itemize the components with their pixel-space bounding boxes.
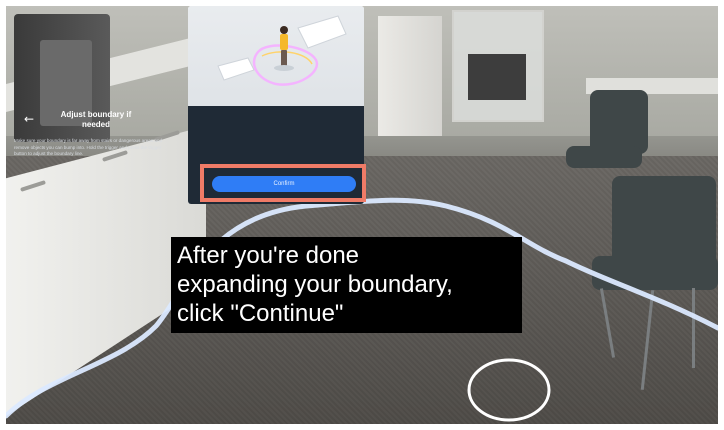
panel-title-line1: Adjust boundary if [60,110,132,119]
boundary-illustration [188,6,364,106]
panel-title: Adjust boundary if needed [44,110,148,130]
instruction-caption: After you're done expanding your boundar… [171,237,522,333]
caption-line1: After you're done [177,242,360,269]
room-illustration-svg [217,15,347,86]
panel-title-line2: needed [81,120,110,129]
caption-line3: click "Continue" [177,300,344,327]
caption-line2: expanding your boundary, [177,271,453,298]
person-shadow [274,65,294,71]
screenshot-frame: ← Adjust boundary if needed Make sure yo… [0,0,724,430]
panel-description: Make sure your boundary is far away from… [14,138,163,156]
arrow-left-icon[interactable]: ← [24,112,38,126]
person-legs [281,50,287,66]
sofa-shape [297,15,347,49]
person-head [280,26,288,34]
confirm-button[interactable]: Confirm [212,176,356,192]
standing-position-ring [467,358,551,422]
person-body [280,34,288,50]
bench-shape [217,57,255,81]
